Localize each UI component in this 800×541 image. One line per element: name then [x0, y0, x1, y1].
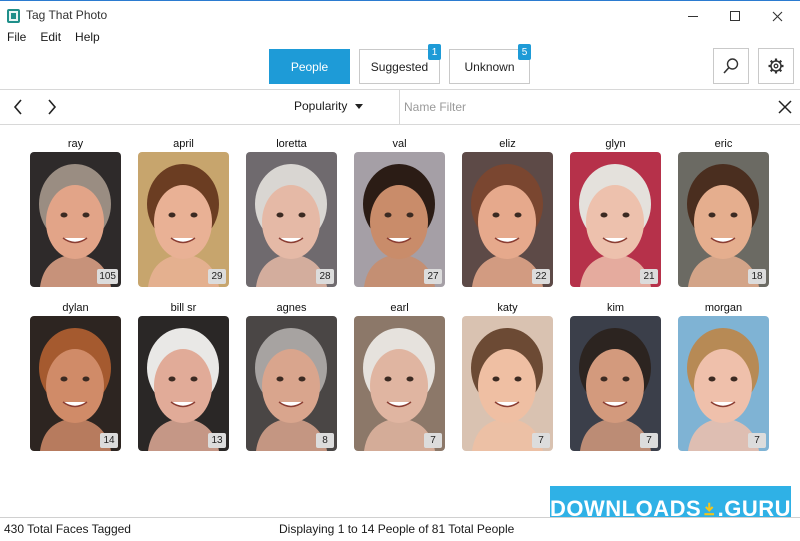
menu-edit[interactable]: Edit — [33, 28, 68, 46]
face-count-badge: 7 — [424, 433, 442, 448]
face-thumbnail[interactable]: 8 — [246, 316, 337, 451]
displaying-status: Displaying 1 to 14 People of 81 Total Pe… — [279, 522, 515, 536]
face-thumbnail[interactable]: 7 — [354, 316, 445, 451]
close-window-button[interactable] — [756, 1, 798, 31]
app-logo-icon — [7, 9, 20, 23]
face-thumbnail[interactable]: 18 — [678, 152, 769, 287]
person-card[interactable]: kim 7 — [570, 301, 661, 451]
search-icon — [723, 58, 739, 74]
minimize-icon — [688, 15, 698, 17]
chevron-right-icon — [48, 99, 57, 115]
person-name: kim — [606, 302, 625, 314]
clear-filter-button[interactable] — [773, 95, 797, 119]
sort-label: Popularity — [294, 99, 348, 113]
sort-dropdown[interactable]: Popularity — [294, 99, 364, 113]
person-card[interactable]: bill sr 13 — [138, 301, 229, 451]
menu-bar: File Edit Help — [0, 28, 107, 46]
person-name: val — [392, 138, 407, 150]
face-thumbnail[interactable]: 105 — [30, 152, 121, 287]
person-name: agnes — [276, 302, 307, 314]
face-thumbnail[interactable]: 7 — [462, 316, 553, 451]
person-name: katy — [497, 302, 518, 314]
face-count-badge: 22 — [532, 269, 550, 284]
person-name: eric — [714, 138, 733, 150]
face-count-badge: 29 — [208, 269, 226, 284]
people-grid: ray 105 april 29 loretta 28 val 27 eliz 22 glyn 21 e… — [30, 137, 769, 451]
search-button[interactable] — [713, 48, 749, 84]
tab-unknown[interactable]: Unknown 5 — [449, 44, 531, 84]
person-card[interactable]: glyn 21 — [570, 137, 661, 287]
suggested-count-badge: 1 — [428, 44, 441, 60]
minimize-button[interactable] — [672, 1, 714, 31]
title-bar: Tag That Photo — [0, 0, 800, 30]
person-name: loretta — [276, 138, 307, 150]
person-card[interactable]: val 27 — [354, 137, 445, 287]
close-icon — [778, 100, 792, 114]
gear-icon — [768, 58, 784, 74]
person-card[interactable]: april 29 — [138, 137, 229, 287]
status-bar: 430 Total Faces Tagged Displaying 1 to 1… — [0, 517, 800, 541]
maximize-button[interactable] — [714, 1, 756, 31]
name-filter-input[interactable] — [404, 96, 764, 118]
face-thumbnail[interactable]: 21 — [570, 152, 661, 287]
face-count-badge: 13 — [208, 433, 226, 448]
face-count-badge: 7 — [748, 433, 766, 448]
tab-suggested-label: Suggested — [370, 59, 429, 74]
divider — [399, 90, 400, 124]
unknown-count-badge: 5 — [518, 44, 531, 60]
face-thumbnail[interactable]: 13 — [138, 316, 229, 451]
person-card[interactable]: eric 18 — [678, 137, 769, 287]
window-title: Tag That Photo — [26, 8, 108, 22]
face-count-badge: 21 — [640, 269, 658, 284]
person-name: eliz — [499, 138, 516, 150]
back-button[interactable] — [4, 90, 32, 124]
close-icon — [772, 11, 782, 21]
person-card[interactable]: earl 7 — [354, 301, 445, 451]
tab-suggested[interactable]: Suggested 1 — [359, 44, 441, 84]
menu-help[interactable]: Help — [68, 28, 107, 46]
caret-down-icon — [355, 103, 364, 109]
face-count-badge: 105 — [97, 269, 118, 284]
person-name: ray — [67, 138, 84, 150]
person-card[interactable]: dylan 14 — [30, 301, 121, 451]
tab-unknown-label: Unknown — [464, 59, 515, 74]
face-count-badge: 27 — [424, 269, 442, 284]
face-thumbnail[interactable]: 7 — [678, 316, 769, 451]
chevron-left-icon — [13, 99, 22, 115]
face-count-badge: 8 — [316, 433, 334, 448]
person-name: earl — [390, 302, 409, 314]
face-count-badge: 28 — [316, 269, 334, 284]
tab-people-label: People — [290, 59, 329, 74]
tab-people[interactable]: People — [269, 49, 350, 84]
maximize-icon — [730, 11, 740, 21]
person-card[interactable]: eliz 22 — [462, 137, 553, 287]
person-name: dylan — [62, 302, 89, 314]
face-thumbnail[interactable]: 14 — [30, 316, 121, 451]
person-card[interactable]: loretta 28 — [246, 137, 337, 287]
person-card[interactable]: agnes 8 — [246, 301, 337, 451]
person-card[interactable]: morgan 7 — [678, 301, 769, 451]
face-thumbnail[interactable]: 29 — [138, 152, 229, 287]
total-faces-status: 430 Total Faces Tagged — [4, 522, 131, 536]
person-name: april — [173, 138, 194, 150]
face-count-badge: 7 — [640, 433, 658, 448]
forward-button[interactable] — [38, 90, 66, 124]
toolbar: Popularity — [0, 89, 800, 125]
face-count-badge: 7 — [532, 433, 550, 448]
person-name: morgan — [704, 302, 743, 314]
face-count-badge: 18 — [748, 269, 766, 284]
face-thumbnail[interactable]: 22 — [462, 152, 553, 287]
person-name: bill sr — [170, 302, 197, 314]
person-card[interactable]: katy 7 — [462, 301, 553, 451]
person-card[interactable]: ray 105 — [30, 137, 121, 287]
menu-file[interactable]: File — [0, 28, 33, 46]
face-thumbnail[interactable]: 28 — [246, 152, 337, 287]
face-count-badge: 14 — [100, 433, 118, 448]
person-name: glyn — [605, 138, 626, 150]
settings-button[interactable] — [758, 48, 794, 84]
face-thumbnail[interactable]: 27 — [354, 152, 445, 287]
face-thumbnail[interactable]: 7 — [570, 316, 661, 451]
